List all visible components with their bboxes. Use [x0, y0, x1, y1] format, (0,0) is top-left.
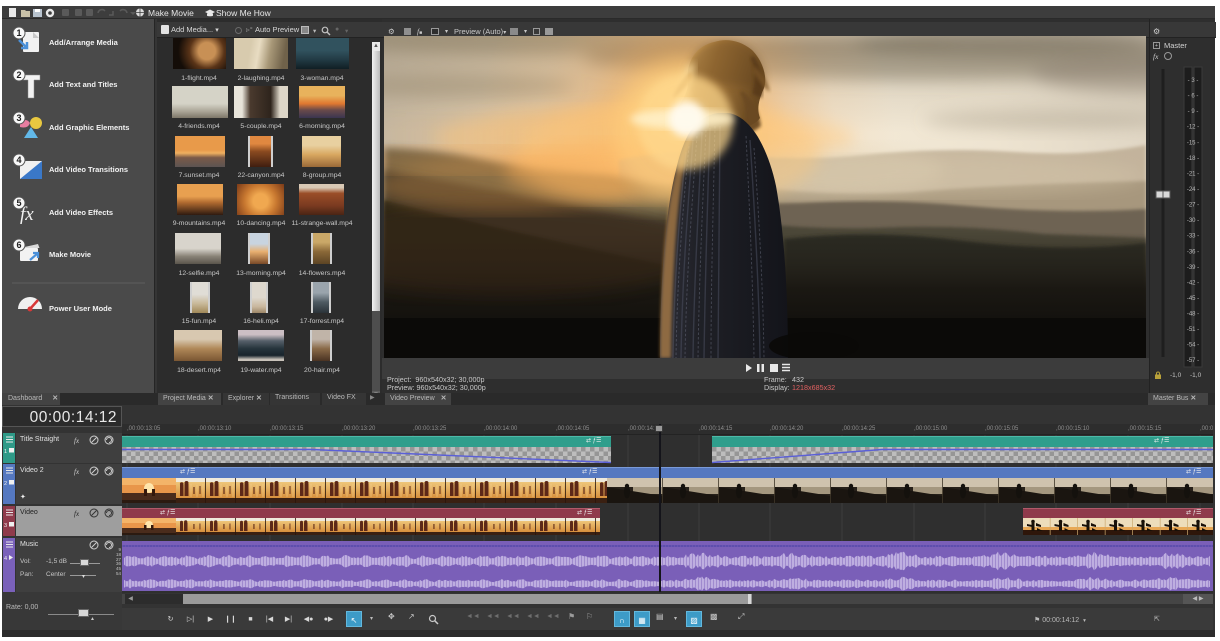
svg-text:-27 -: -27 - — [1187, 203, 1199, 209]
svg-text:5: 5 — [16, 198, 21, 208]
svg-text:-30 -: -30 - — [1187, 218, 1199, 224]
svg-text:-57 -: -57 - — [1187, 358, 1199, 364]
svg-text:-15 -: -15 - — [1187, 140, 1199, 146]
svg-text:1: 1 — [16, 28, 21, 38]
svg-text:-54 -: -54 - — [1187, 343, 1199, 349]
svg-text:-33 -: -33 - — [1187, 234, 1199, 240]
svg-text:-48 -: -48 - — [1187, 312, 1199, 318]
svg-text:-12 -: -12 - — [1187, 125, 1199, 131]
svg-text:-42 -: -42 - — [1187, 280, 1199, 286]
svg-text:-51 -: -51 - — [1187, 327, 1199, 333]
svg-text:- 3 -: - 3 - — [1188, 78, 1199, 84]
svg-text:6: 6 — [16, 240, 21, 250]
svg-text:4: 4 — [16, 155, 21, 165]
svg-text:- 6 -: - 6 - — [1188, 94, 1199, 100]
svg-text:-39 -: -39 - — [1187, 265, 1199, 271]
svg-text:-21 -: -21 - — [1187, 171, 1199, 177]
svg-text:-18 -: -18 - — [1187, 156, 1199, 162]
svg-text:-45 -: -45 - — [1187, 296, 1199, 302]
svg-text:-24 -: -24 - — [1187, 187, 1199, 193]
svg-text:- 9 -: - 9 - — [1188, 109, 1199, 115]
svg-text:-36 -: -36 - — [1187, 249, 1199, 255]
svg-text:3: 3 — [16, 113, 21, 123]
svg-text:2: 2 — [16, 70, 21, 80]
